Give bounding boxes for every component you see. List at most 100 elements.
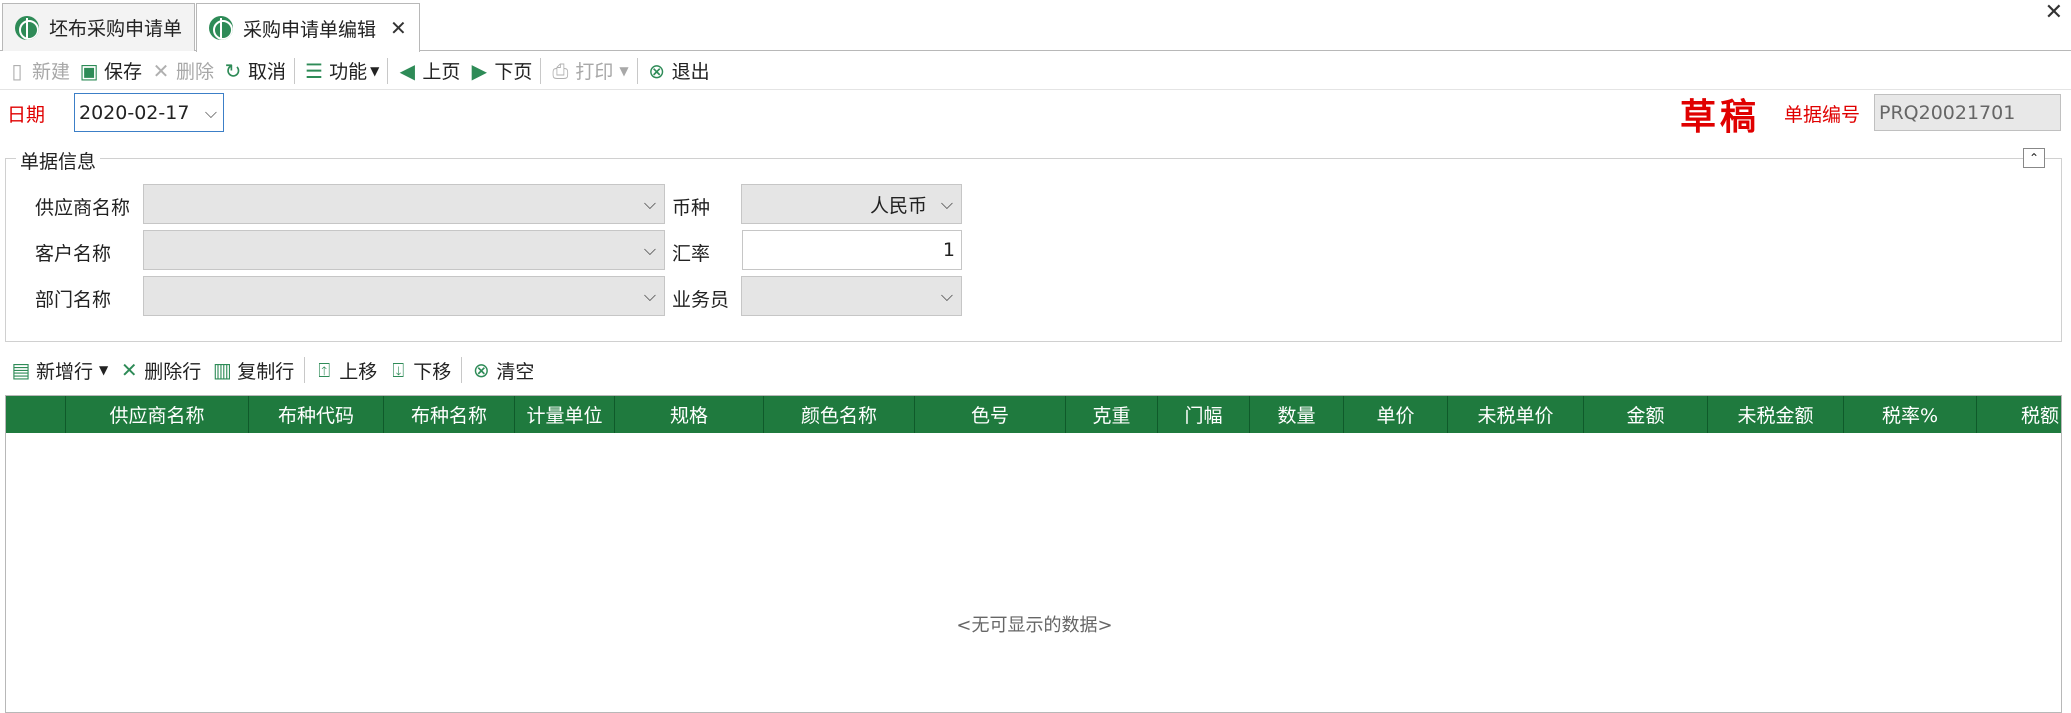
delete-icon: ✕ (152, 58, 170, 83)
column-header-fabric-code[interactable]: 布种代码 (249, 396, 384, 433)
customer-select[interactable]: ⌵ (143, 230, 665, 270)
customer-label: 客户名称 (35, 243, 112, 265)
toolbar-separator (304, 357, 306, 383)
dropdown-arrow-icon[interactable]: ▼ (99, 363, 108, 377)
prev-page-button[interactable]: ◀ 上页 (396, 57, 461, 84)
exchange-rate-input[interactable]: 1 (742, 230, 962, 270)
chevron-down-icon: ⌵ (643, 240, 656, 259)
column-header-amount[interactable]: 金额 (1584, 396, 1708, 433)
list-icon: ☰ (305, 58, 324, 83)
exit-circle-icon: ⊗ (648, 58, 665, 83)
function-label: 功能 (329, 61, 368, 83)
chevron-down-icon[interactable]: ⌵ (205, 103, 217, 123)
collapse-icon[interactable]: ⌃ (2023, 148, 2045, 168)
currency-value: 人民币 (869, 194, 927, 217)
printer-icon: ⎙ (552, 58, 569, 83)
move-up-button[interactable]: ⍐ 上移 (313, 357, 377, 384)
function-menu-button[interactable]: ☰ 功能 ▼ (303, 57, 379, 84)
cancel-label: 取消 (248, 61, 287, 83)
currency-label: 币种 (672, 197, 711, 219)
toolbar-separator (636, 57, 638, 84)
column-header-fabric-name[interactable]: 布种名称 (384, 396, 515, 433)
copy-row-label: 复制行 (237, 360, 295, 383)
move-down-button[interactable]: ⍗ 下移 (387, 357, 451, 384)
main-toolbar: ▯ 新建 ▣ 保存 ✕ 删除 ↻ 取消 ☰ 功能 ▼ ◀ 上页 ▶ 下页 ⎙ 打… (0, 52, 2071, 90)
exit-button[interactable]: ⊗ 退出 (646, 57, 710, 84)
cancel-button[interactable]: ↻ 取消 (222, 57, 286, 84)
tab-purchase-request-edit[interactable]: 采购申请单编辑 ✕ (196, 3, 420, 52)
copy-row-icon: ▥ (212, 358, 232, 382)
print-button[interactable]: ⎙ 打印 ▼ (549, 57, 628, 84)
globe-icon (209, 16, 233, 40)
toolbar-separator (294, 57, 296, 84)
chevron-down-icon: ⌵ (643, 286, 656, 305)
empty-grid-message: <无可显示的数据> (956, 615, 1113, 636)
toolbar-separator (461, 357, 463, 383)
refresh-icon: ↻ (224, 58, 242, 83)
column-header-color-name[interactable]: 颜色名称 (764, 396, 915, 433)
delete-button[interactable]: ✕ 删除 (150, 57, 214, 84)
tab-label: 坯布采购申请单 (49, 18, 183, 40)
column-header-indicator[interactable] (6, 396, 66, 433)
arrow-left-icon: ◀ (399, 58, 415, 83)
group-title: 单据信息 (16, 147, 101, 174)
save-label: 保存 (104, 61, 143, 83)
docno-field[interactable]: PRQ20021701 (1874, 94, 2061, 131)
window-close-icon[interactable]: ✕ (2045, 0, 2063, 25)
move-up-icon: ⍐ (318, 358, 331, 382)
delete-row-icon: ✕ (120, 358, 138, 382)
column-header-untaxed-price[interactable]: 未税单价 (1448, 396, 1584, 433)
delete-label: 删除 (176, 61, 215, 83)
column-header-color-code[interactable]: 色号 (915, 396, 1066, 433)
column-header-untaxed-amount[interactable]: 未税金额 (1708, 396, 1844, 433)
supplier-select[interactable]: ⌵ (143, 184, 665, 224)
chevron-down-icon: ⌵ (940, 286, 953, 305)
column-header-width[interactable]: 门幅 (1158, 396, 1250, 433)
column-header-spec[interactable]: 规格 (615, 396, 764, 433)
toolbar-separator (540, 57, 542, 84)
new-document-icon: ▯ (11, 58, 23, 83)
date-value: 2020-02-17 (79, 101, 190, 124)
tab-fabric-purchase-request[interactable]: 坯布采购申请单 (2, 3, 196, 51)
exit-label: 退出 (671, 61, 710, 83)
next-label: 下页 (494, 61, 533, 83)
next-page-button[interactable]: ▶ 下页 (468, 57, 533, 84)
status-badge: 草稿 (1680, 96, 1761, 138)
supplier-label: 供应商名称 (35, 197, 131, 219)
department-label: 部门名称 (35, 289, 112, 311)
delete-row-label: 删除行 (144, 360, 202, 383)
delete-row-button[interactable]: ✕ 删除行 (118, 357, 201, 384)
date-picker[interactable]: 2020-02-17 ⌵ (74, 93, 224, 132)
detail-grid[interactable]: 供应商名称 布种代码 布种名称 计量单位 规格 颜色名称 色号 克重 门幅 数量… (5, 395, 2062, 713)
chevron-down-icon: ⌵ (940, 194, 953, 213)
move-up-label: 上移 (339, 360, 378, 383)
toolbar-separator (387, 57, 389, 84)
copy-row-button[interactable]: ▥ 复制行 (211, 357, 294, 384)
currency-select[interactable]: 人民币 ⌵ (741, 184, 962, 224)
clear-button[interactable]: ⊗ 清空 (470, 357, 534, 384)
tab-bar: 坯布采购申请单 采购申请单编辑 ✕ ✕ (0, 0, 2071, 52)
save-icon: ▣ (79, 58, 99, 83)
column-header-weight[interactable]: 克重 (1066, 396, 1158, 433)
clear-circle-icon: ⊗ (472, 358, 490, 382)
close-icon[interactable]: ✕ (390, 16, 407, 40)
department-select[interactable]: ⌵ (143, 276, 665, 316)
column-header-tax-rate[interactable]: 税率% (1844, 396, 1977, 433)
column-header-supplier[interactable]: 供应商名称 (66, 396, 249, 433)
column-header-tax-amount[interactable]: 税额 (1977, 396, 2061, 433)
column-header-unit-price[interactable]: 单价 (1344, 396, 1448, 433)
salesman-select[interactable]: ⌵ (741, 276, 962, 316)
new-button[interactable]: ▯ 新建 (6, 57, 70, 84)
globe-icon (15, 15, 39, 40)
prev-label: 上页 (422, 61, 461, 83)
exchange-rate-label: 汇率 (672, 243, 711, 265)
add-row-button[interactable]: ▤ 新增行 ▼ (10, 357, 109, 384)
chevron-down-icon: ⌵ (643, 194, 656, 213)
move-down-icon: ⍗ (392, 358, 405, 382)
column-header-quantity[interactable]: 数量 (1250, 396, 1344, 433)
clear-label: 清空 (496, 360, 535, 383)
new-label: 新建 (32, 61, 71, 83)
arrow-right-icon: ▶ (471, 58, 488, 83)
save-button[interactable]: ▣ 保存 (78, 57, 142, 84)
column-header-unit[interactable]: 计量单位 (515, 396, 615, 433)
